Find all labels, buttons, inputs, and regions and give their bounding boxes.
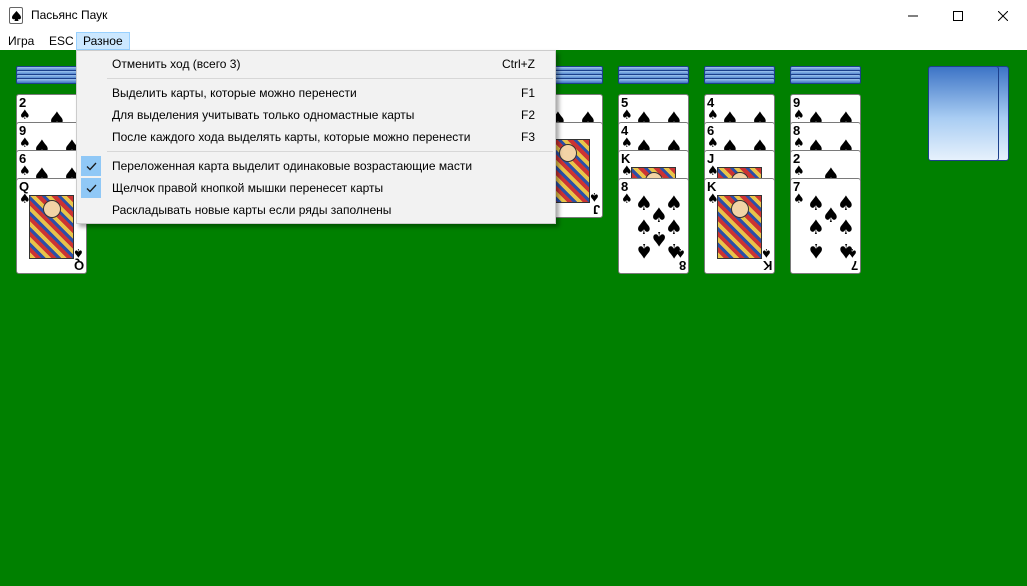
spade-icon: ♠	[793, 136, 805, 151]
maximize-icon	[953, 10, 963, 21]
menu-item-label: Щелчок правой кнопкой мышки перенесет ка…	[112, 181, 384, 195]
spade-icon: ♠	[635, 239, 653, 263]
spade-icon: ♠	[589, 190, 600, 204]
menu-separator	[107, 78, 553, 79]
spade-icon: ♠	[675, 246, 686, 260]
menu-item-label: Переложенная карта выделит одинаковые во…	[112, 159, 473, 173]
spade-icon: ♠	[621, 192, 633, 207]
menu-item-label: После каждого хода выделять карты, котор…	[112, 130, 471, 144]
title-bar[interactable]: Пасьянс Паук	[0, 0, 1027, 31]
menu-item-deal-when-filled[interactable]: Раскладывать новые карты если ряды запол…	[79, 199, 553, 221]
card-back	[618, 78, 689, 84]
maximize-button[interactable]	[935, 0, 981, 31]
menu-item-shortcut: F1	[520, 86, 535, 100]
menu-item-label: Выделить карты, которые можно перенести	[112, 86, 357, 100]
menu-item-highlight-movable[interactable]: Выделить карты, которые можно перенести …	[79, 82, 553, 104]
card-rank: 7	[850, 258, 858, 273]
menu-misc[interactable]: Разное	[76, 32, 130, 50]
menu-item-shortcut: F2	[520, 108, 535, 122]
spade-icon: ♠	[793, 164, 805, 179]
card-rank: 8	[678, 258, 686, 273]
spade-icon: ♠	[707, 136, 719, 151]
menu-item-label: Раскладывать новые карты если ряды запол…	[112, 203, 392, 217]
menu-bar: Игра ESC Разное	[0, 31, 1027, 50]
court-card-head	[731, 200, 749, 218]
card-back	[790, 78, 861, 84]
spade-icon: ♠	[847, 246, 858, 260]
menu-item-highlight-ascending-suits[interactable]: Переложенная карта выделит одинаковые во…	[79, 155, 553, 177]
menu-item-highlight-after-move[interactable]: После каждого хода выделять карты, котор…	[79, 126, 553, 148]
spade-icon: ♠	[19, 164, 31, 179]
card-rank: Q	[73, 258, 84, 273]
close-button[interactable]	[980, 0, 1026, 31]
spade-icon: ♠	[807, 215, 825, 239]
spade-icon: ♠	[621, 108, 633, 123]
court-card-figure	[717, 195, 762, 259]
checkmark-icon	[81, 156, 101, 176]
spade-icon: ♠	[621, 136, 633, 151]
menu-item-undo[interactable]: Отменить ход (всего 3) Ctrl+Z	[79, 53, 553, 75]
minimize-button[interactable]	[890, 0, 936, 31]
playing-card[interactable]: 8 ♠ ♠ ♠ ♠ ♠ ♠ ♠ ♠ ♠ 8 ♠	[618, 178, 689, 274]
window-title: Пасьянс Паук	[31, 8, 108, 22]
menu-item-label: Отменить ход (всего 3)	[112, 57, 241, 71]
card-rank: J	[592, 202, 600, 217]
card-rank: K	[762, 258, 772, 273]
menu-item-right-click-moves[interactable]: Щелчок правой кнопкой мышки перенесет ка…	[79, 177, 553, 199]
card-back	[704, 78, 775, 84]
spider-solitaire-app-icon	[9, 7, 23, 24]
court-card-head	[559, 144, 577, 162]
menu-item-shortcut: F3	[520, 130, 535, 144]
court-card-figure	[29, 195, 74, 259]
spade-icon: ♠	[837, 215, 855, 239]
menu-item-single-suit-only[interactable]: Для выделения учитывать только одномастн…	[79, 104, 553, 126]
close-icon	[998, 10, 1008, 21]
spade-icon: ♠	[793, 192, 805, 207]
spade-icon: ♠	[19, 136, 31, 151]
menu-game[interactable]: Игра	[2, 32, 40, 50]
menu-esc[interactable]: ESC	[43, 32, 80, 50]
spade-icon: ♠	[761, 246, 772, 260]
stock-pile[interactable]	[928, 66, 999, 161]
menu-item-shortcut: Ctrl+Z	[502, 57, 535, 71]
spade-icon: ♠	[793, 108, 805, 123]
spade-icon: ♠	[807, 239, 825, 263]
menu-separator	[107, 151, 553, 152]
spade-icon: ♠	[19, 108, 31, 123]
spade-icon: ♠	[707, 108, 719, 123]
playing-card[interactable]: K♠K♠	[704, 178, 775, 274]
minimize-icon	[908, 15, 918, 16]
playing-card[interactable]: 7 ♠ ♠ ♠ ♠ ♠ ♠ ♠ ♠ 7 ♠	[790, 178, 861, 274]
spade-icon: ♠	[73, 246, 84, 260]
misc-dropdown-menu: Отменить ход (всего 3) Ctrl+Z Выделить к…	[76, 50, 556, 224]
menu-item-label: Для выделения учитывать только одномастн…	[112, 108, 415, 122]
checkmark-icon	[81, 178, 101, 198]
court-card-head	[43, 200, 61, 218]
